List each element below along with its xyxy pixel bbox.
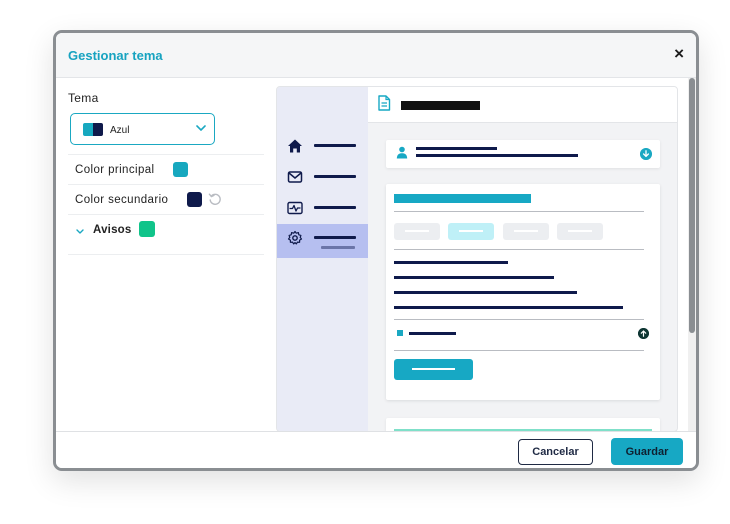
alerts-label: Avisos	[93, 224, 132, 236]
close-icon[interactable]: ×	[674, 44, 684, 64]
placeholder-line	[416, 147, 497, 150]
placeholder-line	[394, 291, 577, 294]
preview-topbar	[368, 87, 677, 123]
reset-icon[interactable]	[208, 192, 222, 206]
theme-swatch-primary	[83, 123, 93, 136]
theme-swatch-secondary	[93, 123, 103, 136]
secondary-color-row: Color secundario	[68, 184, 264, 214]
document-icon	[378, 95, 391, 111]
preview-tab[interactable]	[394, 223, 440, 240]
theme-select[interactable]: Azul	[70, 113, 215, 145]
cancel-button[interactable]: Cancelar	[518, 439, 593, 465]
preview-primary-button[interactable]	[394, 359, 473, 380]
nav-label-line	[314, 236, 356, 239]
dialog-footer: Cancelar Guardar	[56, 431, 696, 468]
manage-theme-dialog: Gestionar tema × Tema Azul Color princip…	[53, 30, 699, 471]
card-heading-placeholder	[394, 194, 531, 203]
primary-color-swatch[interactable]	[173, 162, 188, 177]
chevron-down-icon	[196, 125, 206, 131]
chevron-down-icon[interactable]	[75, 226, 85, 236]
bullet-square	[397, 330, 403, 336]
preview-user-card	[386, 140, 660, 168]
preview-tab[interactable]	[503, 223, 549, 240]
primary-color-label: Color principal	[75, 164, 155, 176]
placeholder-line	[394, 261, 508, 264]
divider	[394, 211, 644, 212]
preview-tab-active[interactable]	[448, 223, 494, 240]
theme-label: Tema	[68, 91, 99, 105]
arrow-up-icon[interactable]	[638, 328, 649, 339]
nav-label-line	[314, 206, 356, 209]
scrollbar-thumb[interactable]	[689, 78, 695, 333]
theme-select-value: Azul	[110, 125, 130, 136]
theme-preview	[276, 86, 678, 432]
home-icon	[288, 139, 302, 153]
preview-title-placeholder	[401, 101, 480, 110]
save-button[interactable]: Guardar	[611, 438, 683, 465]
theme-settings-panel: Tema Azul Color principal Color secundar…	[68, 91, 266, 255]
download-icon[interactable]	[640, 148, 652, 160]
placeholder-line	[416, 154, 578, 157]
dialog-scrollbar[interactable]	[688, 78, 696, 431]
preview-content-card	[386, 184, 660, 400]
dialog-title: Gestionar tema	[68, 48, 163, 63]
preview-sidebar	[277, 87, 368, 431]
divider	[394, 249, 644, 250]
primary-color-row: Color principal	[68, 154, 264, 184]
preview-nav-home[interactable]	[277, 133, 368, 159]
divider	[394, 350, 644, 351]
preview-nav-settings[interactable]	[277, 224, 368, 258]
preview-main	[368, 87, 677, 431]
placeholder-line	[394, 276, 554, 279]
preview-nav-mail[interactable]	[277, 164, 368, 190]
preview-alert-card	[386, 418, 660, 431]
placeholder-line	[394, 306, 623, 309]
secondary-color-swatch[interactable]	[187, 192, 202, 207]
nav-label-line	[314, 144, 356, 147]
nav-label-line	[314, 175, 356, 178]
mail-icon	[287, 171, 303, 183]
nav-sub-line	[321, 246, 355, 249]
placeholder-line	[409, 332, 456, 335]
dialog-header: Gestionar tema ×	[56, 33, 696, 78]
preview-nav-activity[interactable]	[277, 195, 368, 221]
preview-tab[interactable]	[557, 223, 603, 240]
alerts-row: Avisos	[68, 214, 264, 255]
gear-icon	[287, 230, 303, 245]
person-icon	[396, 146, 408, 159]
secondary-color-label: Color secundario	[75, 194, 169, 206]
activity-icon	[287, 201, 303, 215]
divider	[394, 319, 644, 320]
alerts-color-swatch[interactable]	[139, 221, 155, 237]
